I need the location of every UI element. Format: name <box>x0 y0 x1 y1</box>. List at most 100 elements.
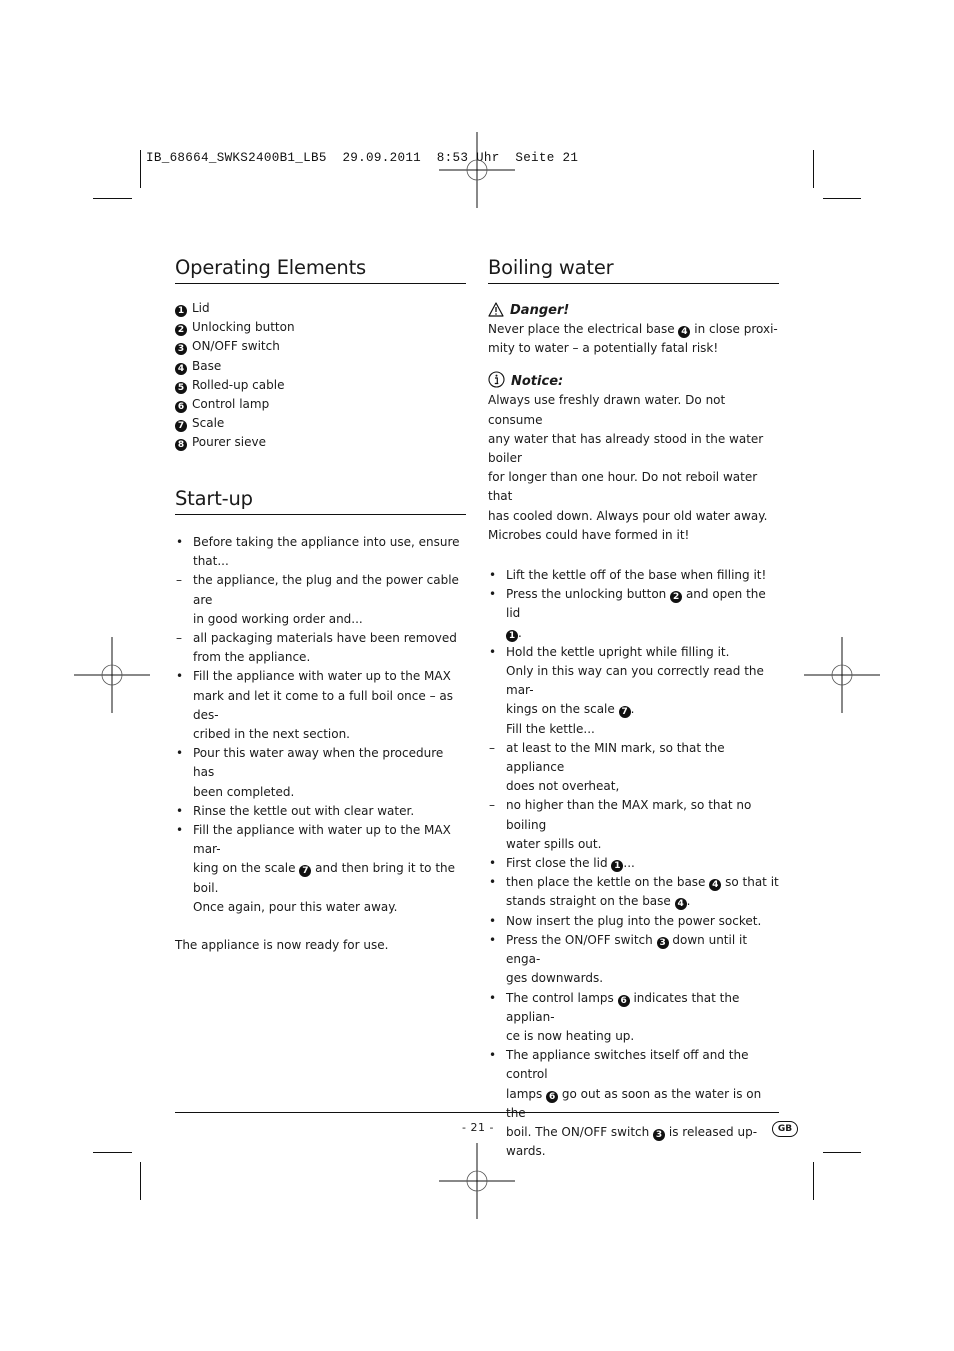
element-label: Unlocking button <box>192 320 295 335</box>
list-text: Pour this water away when the procedure … <box>193 746 444 780</box>
list-text: king on the scale <box>193 861 296 876</box>
bullet-item: • Rinse the kettle out with clear water. <box>175 802 466 821</box>
list-marker: • <box>489 568 497 583</box>
list-marker: • <box>176 746 184 761</box>
country-badge: GB <box>772 1121 798 1137</box>
danger-text-part: mity to water – a potentially fatal risk… <box>488 341 719 356</box>
element-number: 5 <box>175 381 187 394</box>
list-text: mark and let it come to a full boil once… <box>193 688 453 722</box>
crop-mark <box>140 150 141 188</box>
list-text: Fill the appliance with water up to the … <box>193 823 451 857</box>
ready-text: The appliance is now ready for use. <box>175 938 389 953</box>
bullet-item: • Fill the appliance with water up to the… <box>175 821 466 859</box>
bullet-item: • Before taking the appliance into use, e… <box>175 533 466 571</box>
danger-label: Danger! <box>510 303 570 318</box>
list-continuation: Only in this way can you correctly read … <box>488 662 779 700</box>
ref-number: 4 <box>674 898 687 911</box>
list-text: all packaging materials have been remove… <box>193 631 457 646</box>
slug-date: 29.09.2011 <box>342 151 422 165</box>
ref-number: 4 <box>678 326 691 338</box>
list-marker: • <box>489 856 497 871</box>
bullet-item: • The control lamps 6 indicates that the … <box>488 989 779 1027</box>
element-item: 6 Control lamp <box>175 395 466 414</box>
element-label: ON/OFF switch <box>192 339 280 354</box>
section-title: Boiling water <box>488 256 779 284</box>
list-continuation: ges downwards. <box>488 969 779 988</box>
ref-number: 1 <box>506 629 518 642</box>
list-continuation: water spills out. <box>488 835 779 854</box>
info-circle-icon <box>488 371 505 388</box>
list-marker: • <box>176 803 184 818</box>
list-continuation: stands straight on the base 4. <box>488 892 779 911</box>
crop-mark <box>813 1162 814 1200</box>
notice-text: Always use freshly drawn water. Do not c… <box>488 391 779 545</box>
list-text: in good working order and... <box>193 611 363 626</box>
list-text: Only in this way can you correctly read … <box>506 664 764 698</box>
list-continuation: king on the scale 7 and then bring it to… <box>175 859 466 897</box>
list-text: then place the kettle on the base <box>506 875 706 890</box>
element-number: 2 <box>175 324 187 337</box>
element-number: 3 <box>175 343 187 356</box>
list-continuation: Once again, pour this water away. <box>175 898 466 917</box>
list-marker: • <box>489 1048 497 1063</box>
element-item: 3 ON/OFF switch <box>175 337 466 356</box>
element-label: Base <box>192 358 222 373</box>
bullet-item: • The appliance switches itself off and t… <box>488 1046 779 1084</box>
elements-list: 1 Lid 2 Unlocking button 3 ON/OFF switch 4 Base… <box>175 299 466 453</box>
crop-mark <box>823 1152 861 1153</box>
dash-item: – the appliance, the plug and the power c… <box>175 571 466 609</box>
list-text: kings on the scale <box>506 702 615 717</box>
list-text: is released up- <box>668 1124 758 1139</box>
ref-number: 2 <box>670 591 683 604</box>
bullet-item: • then place the kettle on the base 4 so … <box>488 873 779 892</box>
crop-mark <box>93 198 132 199</box>
warning-triangle-icon <box>488 302 504 317</box>
list-continuation: lamps 6 go out as soon as the water is o… <box>488 1085 779 1123</box>
list-marker: • <box>489 644 497 659</box>
list-continuation: from the appliance. <box>175 648 466 667</box>
list-text: lamps <box>506 1086 543 1101</box>
list-text: Hold the kettle upright while filling it… <box>506 644 730 659</box>
list-text: Before taking the appliance into use, en… <box>193 535 460 569</box>
danger-text-part: Never place the electrical base <box>488 322 675 336</box>
ref-number: 7 <box>299 865 312 878</box>
list-text: Rinse the kettle out with clear water. <box>193 803 415 818</box>
list-continuation: kings on the scale 7. <box>488 700 779 719</box>
element-item: 4 Base <box>175 357 466 376</box>
list-text: Fill the appliance with water up to the … <box>193 669 451 684</box>
element-number: 7 <box>175 420 187 433</box>
list-marker: • <box>176 669 184 684</box>
bullet-item: • Lift the kettle off of the base when fi… <box>488 566 779 585</box>
bullet-item: • Pour this water away when the procedure… <box>175 744 466 782</box>
list-text: ges downwards. <box>506 971 604 986</box>
list-text: Press the ON/OFF switch <box>506 932 653 947</box>
list-text: ce is now heating up. <box>506 1028 635 1043</box>
notice-line: has cooled down. Always pour old water a… <box>488 508 768 523</box>
list-text: no higher than the MAX mark, so that no … <box>506 798 752 832</box>
danger-text-part: in close proxi- <box>694 322 778 336</box>
list-continuation: 1. <box>488 624 779 643</box>
element-number: 8 <box>175 439 187 452</box>
startup-section: Start-up • Before taking the appliance in… <box>175 487 466 955</box>
footer-rule <box>175 1112 779 1113</box>
boiling-section: Boiling water Danger! Never place the el… <box>488 256 779 1161</box>
list-continuation: Fill the kettle... <box>488 720 779 739</box>
notice-line: for longer than one hour. Do not reboil … <box>488 470 758 504</box>
ref-number: 6 <box>617 994 630 1007</box>
element-label: Control lamp <box>192 396 270 411</box>
notice-box: Notice: Always use freshly drawn water. … <box>488 371 779 545</box>
element-label: Lid <box>192 301 210 315</box>
registration-mark-left <box>74 637 150 713</box>
element-label: Scale <box>192 416 225 431</box>
list-continuation: does not overheat, <box>488 777 779 796</box>
list-text: boil. The ON/OFF switch <box>506 1124 650 1139</box>
list-marker: • <box>489 990 497 1005</box>
bullet-item: • Press the ON/OFF switch 3 down until it… <box>488 931 779 969</box>
list-text: go out as soon as the water is on the <box>506 1086 762 1120</box>
element-number: 6 <box>175 400 187 413</box>
startup-list: • Before taking the appliance into use, e… <box>175 533 466 917</box>
list-text: Now insert the plug into the power socke… <box>506 913 762 928</box>
list-text: ... <box>623 856 635 871</box>
ref-number: 7 <box>618 706 631 719</box>
list-text: Once again, pour this water away. <box>193 899 398 914</box>
